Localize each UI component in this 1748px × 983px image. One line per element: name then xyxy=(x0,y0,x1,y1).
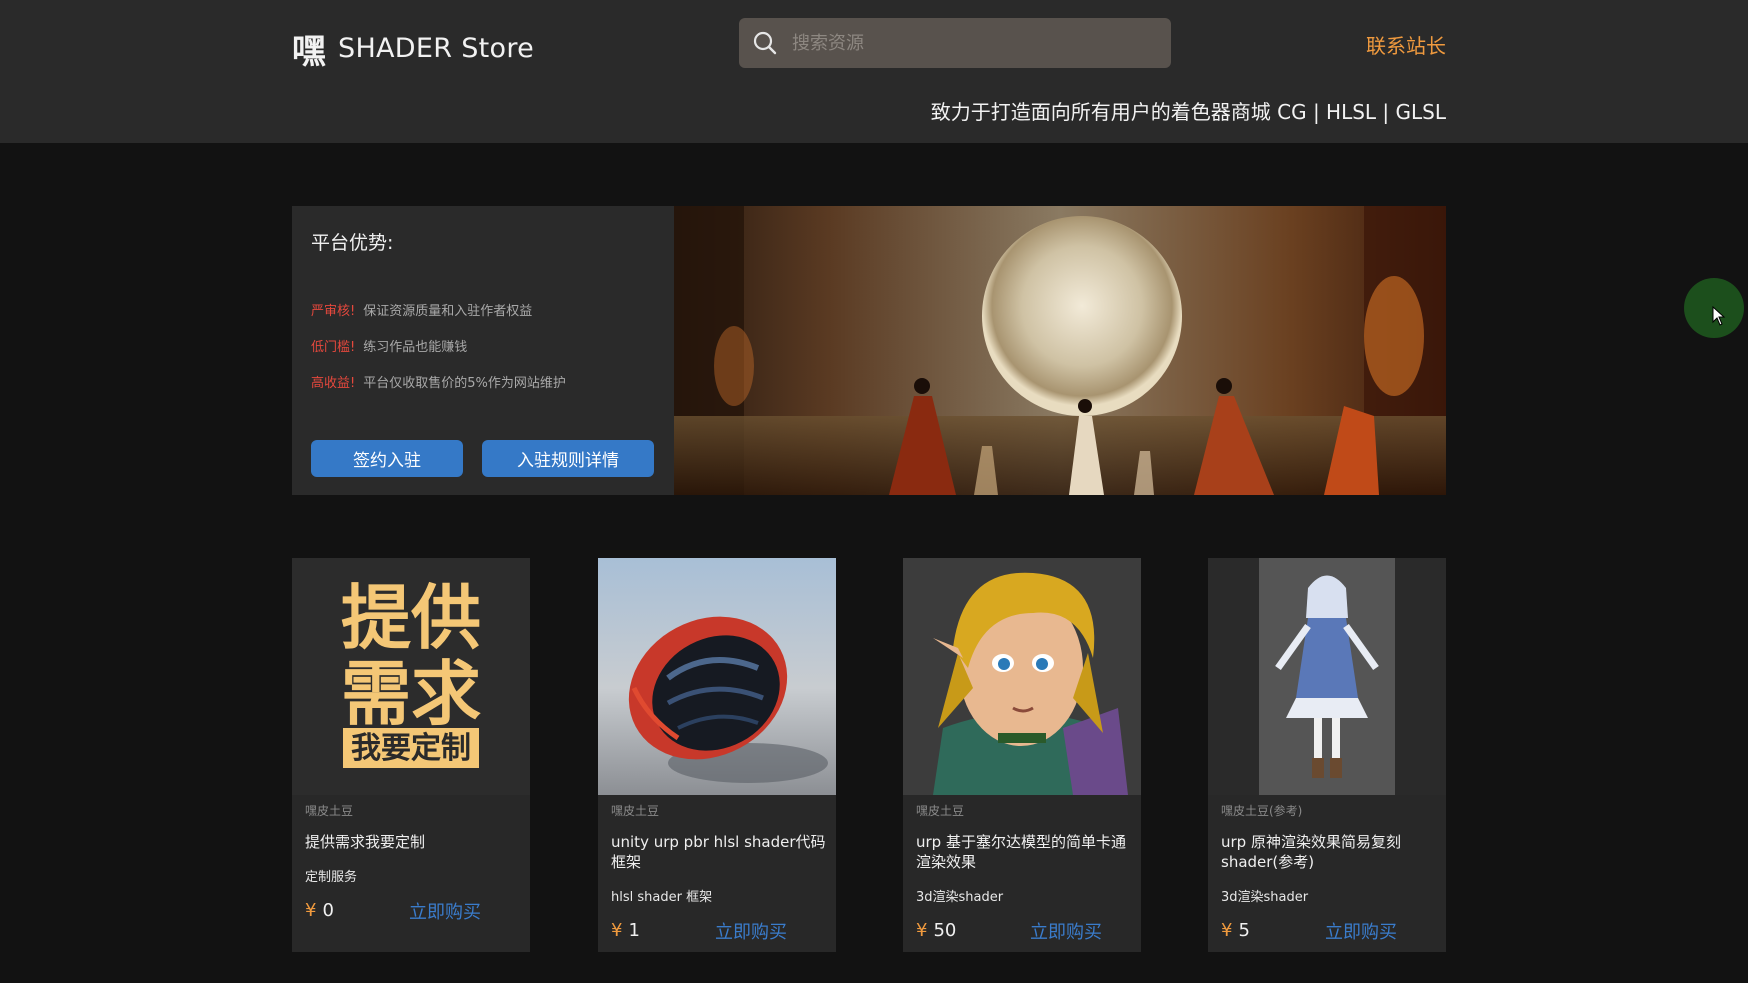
price-value: 50 xyxy=(933,920,957,941)
product-card[interactable]: 提供 需求 我要定制 嘿皮土豆 提供需求我要定制 定制服务 ¥0 立即购买 xyxy=(292,558,530,952)
advantage-value: 练习作品也能赚钱 xyxy=(363,340,468,355)
card-title[interactable]: 提供需求我要定制 xyxy=(305,832,523,852)
join-button[interactable]: 签约入驻 xyxy=(311,440,463,477)
poster-line: 我要定制 xyxy=(351,731,471,766)
advantage-item: 严审核! 保证资源质量和入驻作者权益 xyxy=(311,300,532,319)
rules-detail-button[interactable]: 入驻规则详情 xyxy=(482,440,654,477)
mouse-cursor-icon xyxy=(1712,306,1726,326)
advantage-value: 平台仅收取售价的5%作为网站维护 xyxy=(363,376,566,391)
product-image[interactable] xyxy=(598,558,836,795)
card-author: 嘿皮土豆 xyxy=(305,804,354,818)
card-price: ¥0 xyxy=(305,900,334,921)
currency-symbol: ¥ xyxy=(1221,920,1233,941)
poster-line: 需求 xyxy=(341,653,481,735)
card-price: ¥1 xyxy=(611,920,640,941)
logo-mark: 嘿 xyxy=(292,32,326,72)
card-author: 嘿皮土豆 xyxy=(916,804,965,818)
advantages-title: 平台优势: xyxy=(311,232,394,254)
card-tag: 3d渲染shader xyxy=(1221,890,1309,905)
site-tagline: 致力于打造面向所有用户的着色器商城 CG | HLSL | GLSL xyxy=(930,100,1446,124)
price-value: 5 xyxy=(1238,920,1250,941)
card-tag: 3d渲染shader xyxy=(916,890,1004,905)
buy-now-link[interactable]: 立即购买 xyxy=(715,918,787,944)
price-value: 1 xyxy=(628,920,640,941)
product-image[interactable]: 提供 需求 我要定制 xyxy=(292,558,530,795)
hero-image xyxy=(674,206,1446,495)
advantage-value: 保证资源质量和入驻作者权益 xyxy=(363,304,533,319)
search-icon[interactable] xyxy=(752,30,778,56)
product-image[interactable] xyxy=(903,558,1141,795)
product-card[interactable]: 嘿皮土豆(参考) urp 原神渲染效果简易复刻shader(参考) 3d渲染sh… xyxy=(1208,558,1446,952)
currency-symbol: ¥ xyxy=(305,900,317,921)
advantage-key: 高收益! xyxy=(311,376,356,391)
currency-symbol: ¥ xyxy=(611,920,623,941)
product-card[interactable]: 嘿皮土豆 urp 基于塞尔达模型的简单卡通渲染效果 3d渲染shader ¥50… xyxy=(903,558,1141,952)
hero-banner: 平台优势: 严审核! 保证资源质量和入驻作者权益 低门槛! 练习作品也能赚钱 高… xyxy=(292,206,1446,495)
advantage-key: 低门槛! xyxy=(311,340,356,355)
card-price: ¥50 xyxy=(916,920,956,941)
advantage-item: 低门槛! 练习作品也能赚钱 xyxy=(311,336,467,355)
top-header: 嘿 SHADER Store 联系站长 致力于打造面向所有用户的着色器商城 CG… xyxy=(0,0,1748,143)
product-image[interactable] xyxy=(1208,558,1446,795)
currency-symbol: ¥ xyxy=(916,920,928,941)
card-author: 嘿皮土豆(参考) xyxy=(1221,804,1303,818)
buy-now-link[interactable]: 立即购买 xyxy=(409,898,481,924)
card-title[interactable]: urp 原神渲染效果简易复刻shader(参考) xyxy=(1221,832,1439,872)
buy-now-link[interactable]: 立即购买 xyxy=(1030,918,1102,944)
site-logo[interactable]: 嘿 SHADER Store xyxy=(292,24,534,73)
buy-now-link[interactable]: 立即购买 xyxy=(1325,918,1397,944)
platform-advantages-panel: 平台优势: 严审核! 保证资源质量和入驻作者权益 低门槛! 练习作品也能赚钱 高… xyxy=(292,206,673,495)
poster-line: 提供 xyxy=(341,577,481,659)
advantage-key: 严审核! xyxy=(311,304,356,319)
search-box[interactable] xyxy=(739,18,1171,68)
card-tag: 定制服务 xyxy=(305,870,358,885)
card-title[interactable]: unity urp pbr hlsl shader代码框架 xyxy=(611,832,829,872)
card-price: ¥5 xyxy=(1221,920,1250,941)
product-card[interactable]: 嘿皮土豆 unity urp pbr hlsl shader代码框架 hlsl … xyxy=(598,558,836,952)
advantage-item: 高收益! 平台仅收取售价的5%作为网站维护 xyxy=(311,372,566,391)
contact-admin-link[interactable]: 联系站长 xyxy=(1366,30,1446,59)
card-author: 嘿皮土豆 xyxy=(611,804,660,818)
price-value: 0 xyxy=(322,900,334,921)
logo-text: SHADER Store xyxy=(338,33,535,64)
search-input[interactable] xyxy=(792,32,1152,54)
card-tag: hlsl shader 框架 xyxy=(611,890,713,905)
card-title[interactable]: urp 基于塞尔达模型的简单卡通渲染效果 xyxy=(916,832,1134,872)
